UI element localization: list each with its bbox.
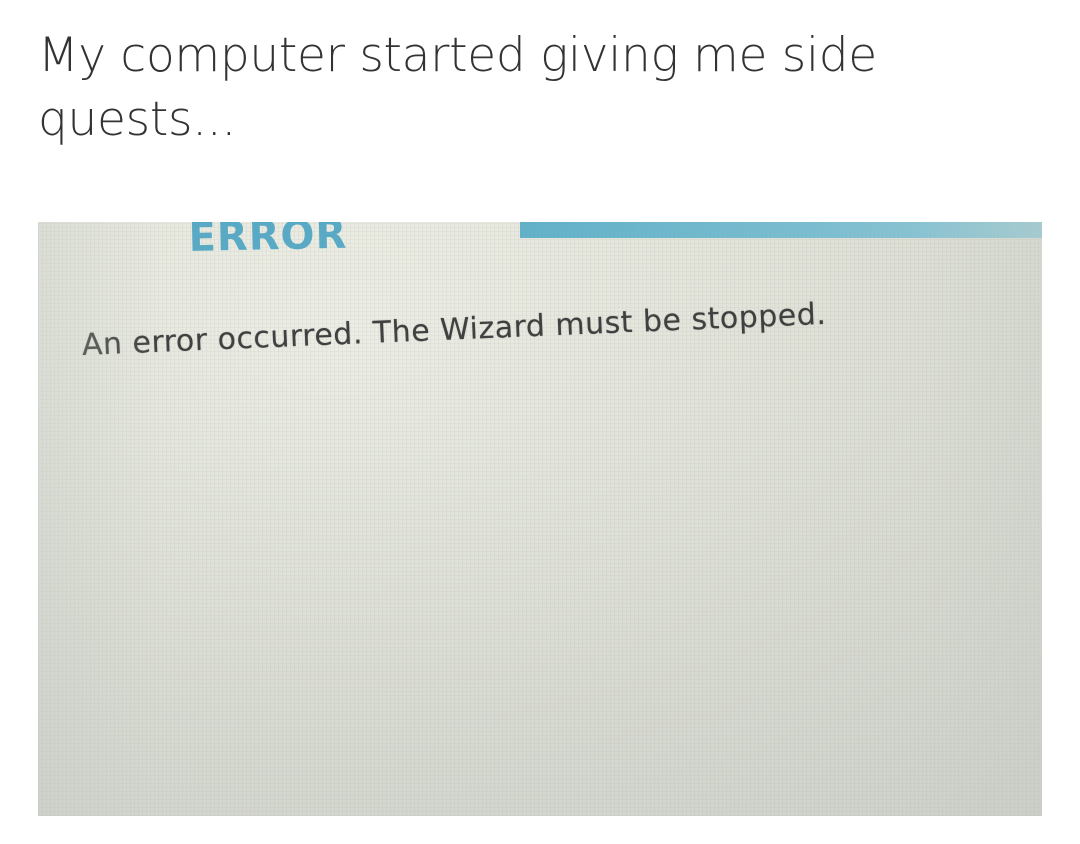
error-heading: ERROR <box>188 222 348 254</box>
meme-caption: My computer started giving me side quest… <box>38 28 877 147</box>
screen-photo: ERROR An error occurred. The Wizard must… <box>38 222 1042 816</box>
dialog-accent-bar <box>520 222 1042 238</box>
error-message: An error occurred. The Wizard must be st… <box>81 296 827 363</box>
